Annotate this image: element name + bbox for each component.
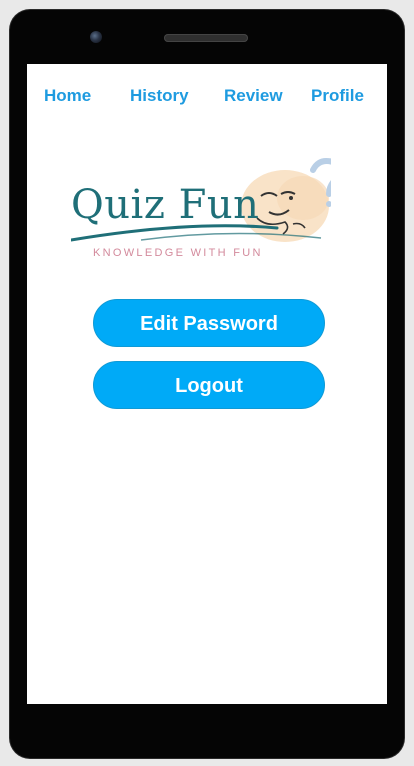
logo-tagline: KNOWLEDGE WITH FUN	[93, 247, 263, 259]
nav-item-profile[interactable]: Profile	[311, 86, 364, 106]
phone-frame: Home History Review Profile Quiz Fun KNO…	[10, 10, 404, 758]
app-screen: Home History Review Profile Quiz Fun KNO…	[27, 64, 387, 704]
nav-item-review[interactable]: Review	[224, 86, 283, 106]
nav-item-home[interactable]: Home	[44, 86, 91, 106]
camera-icon	[90, 31, 102, 43]
nav-item-history[interactable]: History	[130, 86, 189, 106]
logout-button[interactable]: Logout	[93, 361, 325, 409]
logo-title: Quiz Fun	[71, 182, 260, 228]
quiz-fun-logo: Quiz Fun KNOWLEDGE WITH FUN	[71, 154, 331, 266]
top-nav: Home History Review Profile	[27, 86, 387, 110]
speaker-grille	[164, 34, 248, 42]
edit-password-button[interactable]: Edit Password	[93, 299, 325, 347]
